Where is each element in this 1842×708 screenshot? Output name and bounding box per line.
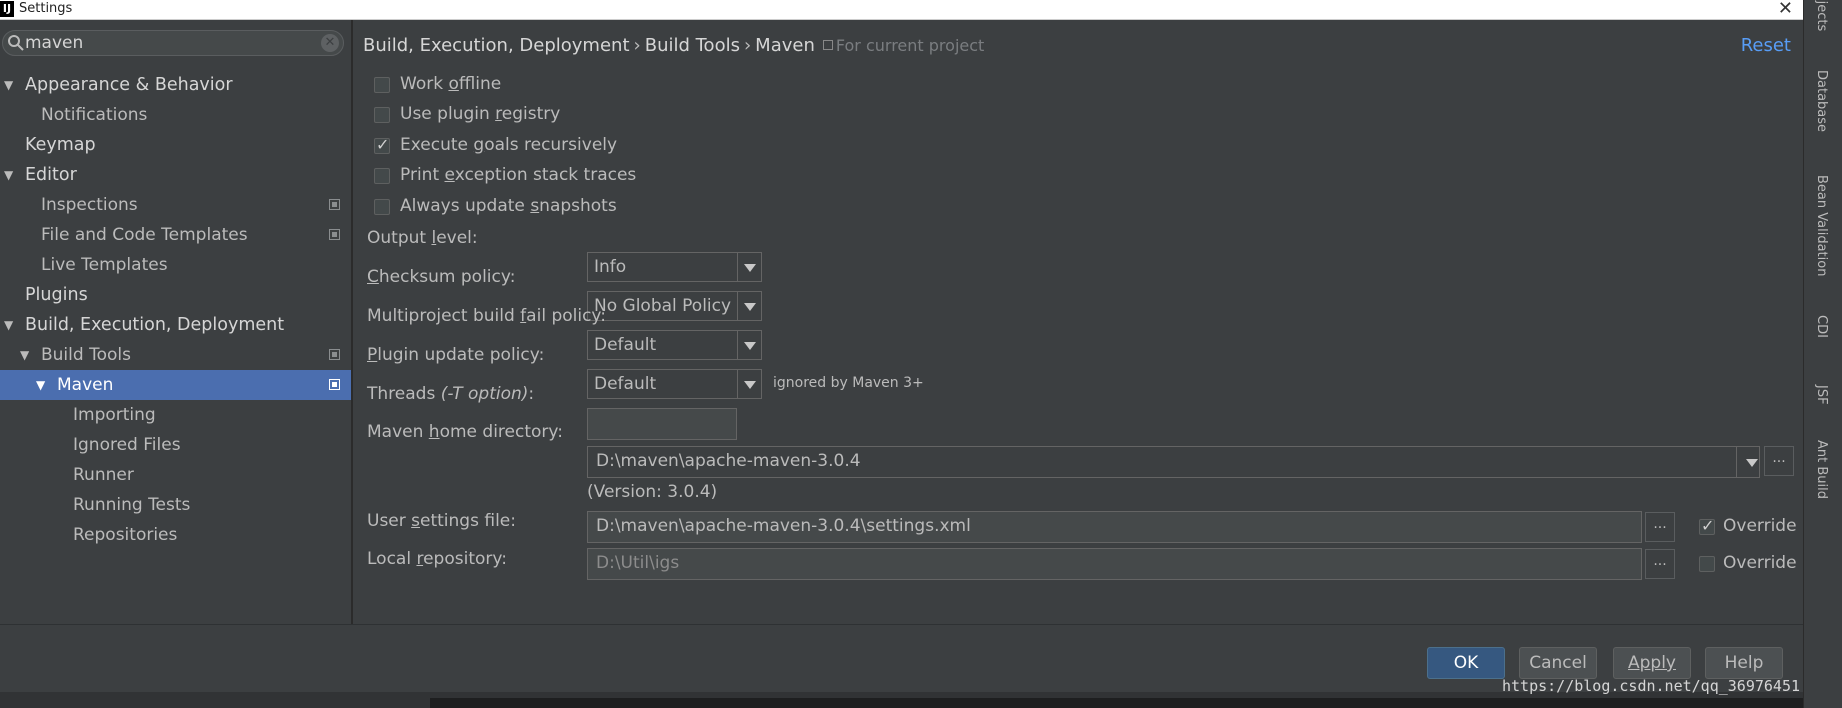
project-scope-icon xyxy=(329,199,340,210)
breadcrumb-part: Build Tools xyxy=(644,35,740,56)
project-scope-icon xyxy=(329,349,340,360)
tree-item-editor[interactable]: ▼ Editor xyxy=(0,160,351,190)
user-settings-browse-button[interactable]: ... xyxy=(1645,512,1675,542)
breadcrumb-part: Build, Execution, Deployment xyxy=(363,35,630,56)
window-title: Settings xyxy=(19,1,73,16)
tree-item-importing[interactable]: Importing xyxy=(0,400,351,430)
breadcrumb-part: Maven xyxy=(755,35,815,56)
checkbox-box[interactable] xyxy=(374,107,390,123)
checkbox-box[interactable] xyxy=(374,77,390,93)
project-scope-icon xyxy=(329,379,340,390)
chevron-down-icon[interactable] xyxy=(737,292,761,320)
maven-settings-panel: Build, Execution, Deployment › Build Tools… xyxy=(353,20,1803,624)
tree-item-running-tests[interactable]: Running Tests xyxy=(0,490,351,520)
tree-item-build-tools[interactable]: ▼ Build Tools xyxy=(0,340,351,370)
checkbox-box[interactable] xyxy=(1699,516,1715,535)
output-level-select[interactable]: Info xyxy=(587,252,762,282)
close-icon[interactable]: ✕ xyxy=(1778,0,1793,19)
tree-item-runner[interactable]: Runner xyxy=(0,460,351,490)
title-bar: IJ Settings ✕ xyxy=(0,0,1803,20)
tree-item-live-templates[interactable]: Live Templates xyxy=(0,250,351,280)
cancel-button[interactable]: Cancel xyxy=(1519,647,1597,679)
user-settings-label: User settings file: xyxy=(367,511,516,531)
tool-window-strip: Projects Database Bean Validation CDI JS… xyxy=(1803,0,1842,708)
maven-home-dropdown[interactable] xyxy=(1736,447,1766,477)
search-input[interactable] xyxy=(25,33,315,53)
chevron-down-icon[interactable] xyxy=(737,331,761,359)
settings-sidebar: ✕ ▼ Appearance & Behavior Notifications … xyxy=(0,20,352,624)
chevron-down-icon xyxy=(1746,459,1758,467)
multiproject-fail-policy-select[interactable]: Default xyxy=(587,330,762,360)
maven-home-label: Maven home directory: xyxy=(367,422,563,442)
tree-item-build-execution-deployment[interactable]: ▼ Build, Execution, Deployment xyxy=(0,310,351,340)
tree-item-notifications[interactable]: Notifications xyxy=(0,100,351,130)
tool-window-projects[interactable]: Projects xyxy=(1814,0,1829,31)
checkbox-box[interactable] xyxy=(1699,556,1715,572)
plugin-update-hint: ignored by Maven 3+ xyxy=(773,375,924,391)
chevron-down-icon[interactable] xyxy=(737,370,761,398)
project-scope-icon xyxy=(822,40,833,50)
expand-arrow-icon[interactable]: ▼ xyxy=(20,340,29,370)
tree-item-repositories[interactable]: Repositories xyxy=(0,520,351,550)
maven-home-select[interactable]: D:\maven\apache-maven-3.0.4 xyxy=(587,446,1760,478)
tree-item-file-code-templates[interactable]: File and Code Templates xyxy=(0,220,351,250)
chevron-down-icon[interactable] xyxy=(737,253,761,281)
output-level-label: Output level: xyxy=(367,228,478,248)
expand-arrow-icon[interactable]: ▼ xyxy=(36,370,45,400)
tree-item-keymap[interactable]: Keymap xyxy=(0,130,351,160)
user-settings-input[interactable]: D:\maven\apache-maven-3.0.4\settings.xml xyxy=(587,511,1642,543)
plugin-update-policy-select[interactable]: Default xyxy=(587,369,762,399)
local-repository-input[interactable]: D:\Util\igs xyxy=(587,548,1642,580)
project-scope-icon xyxy=(329,229,340,240)
apply-button[interactable]: Apply xyxy=(1613,647,1691,679)
scope-label: For current project xyxy=(835,36,985,55)
watermark-text: https://blog.csdn.net/qq_36976451 xyxy=(1502,677,1801,695)
breadcrumb: Build, Execution, Deployment › Build Tools… xyxy=(363,35,985,56)
checksum-policy-label: Checksum policy: xyxy=(367,267,516,287)
plugin-update-policy-label: Plugin update policy: xyxy=(367,345,545,365)
expand-arrow-icon[interactable]: ▼ xyxy=(4,310,13,340)
tree-item-plugins[interactable]: Plugins xyxy=(0,280,351,310)
tool-window-jsf[interactable]: JSF xyxy=(1814,385,1829,405)
search-box[interactable]: ✕ xyxy=(2,30,344,56)
maven-home-browse-button[interactable]: ... xyxy=(1764,446,1794,476)
app-logo-icon: IJ xyxy=(0,1,14,17)
expand-arrow-icon[interactable]: ▼ xyxy=(4,160,13,190)
ok-button[interactable]: OK xyxy=(1427,647,1505,679)
local-repository-browse-button[interactable]: ... xyxy=(1645,549,1675,579)
local-repository-label: Local repository: xyxy=(367,549,507,569)
reset-link[interactable]: Reset xyxy=(1741,35,1791,56)
tree-item-inspections[interactable]: Inspections xyxy=(0,190,351,220)
settings-tree: ▼ Appearance & Behavior Notifications Ke… xyxy=(0,70,351,550)
tool-window-database[interactable]: Database xyxy=(1814,70,1829,132)
tree-item-maven[interactable]: ▼ Maven xyxy=(0,370,351,400)
checkbox-box[interactable] xyxy=(374,199,390,215)
tool-window-cdi[interactable]: CDI xyxy=(1814,315,1829,338)
tool-window-ant-build[interactable]: Ant Build xyxy=(1814,440,1829,499)
threads-input[interactable] xyxy=(587,408,737,440)
expand-arrow-icon[interactable]: ▼ xyxy=(4,70,13,100)
clear-search-icon[interactable]: ✕ xyxy=(321,34,339,52)
threads-label: Threads (-T option): xyxy=(367,384,535,404)
maven-version-label: (Version: 3.0.4) xyxy=(587,482,718,502)
checkbox-box[interactable] xyxy=(374,168,390,184)
multiproject-fail-policy-label: Multiproject build fail policy: xyxy=(367,306,606,326)
checkbox-box[interactable] xyxy=(374,135,390,154)
checksum-policy-select[interactable]: No Global Policy xyxy=(587,291,762,321)
tree-item-ignored-files[interactable]: Ignored Files xyxy=(0,430,351,460)
tree-item-appearance-behavior[interactable]: ▼ Appearance & Behavior xyxy=(0,70,351,100)
tool-window-bean-validation[interactable]: Bean Validation xyxy=(1814,175,1829,276)
search-icon xyxy=(8,35,24,51)
help-button[interactable]: Help xyxy=(1705,647,1783,679)
